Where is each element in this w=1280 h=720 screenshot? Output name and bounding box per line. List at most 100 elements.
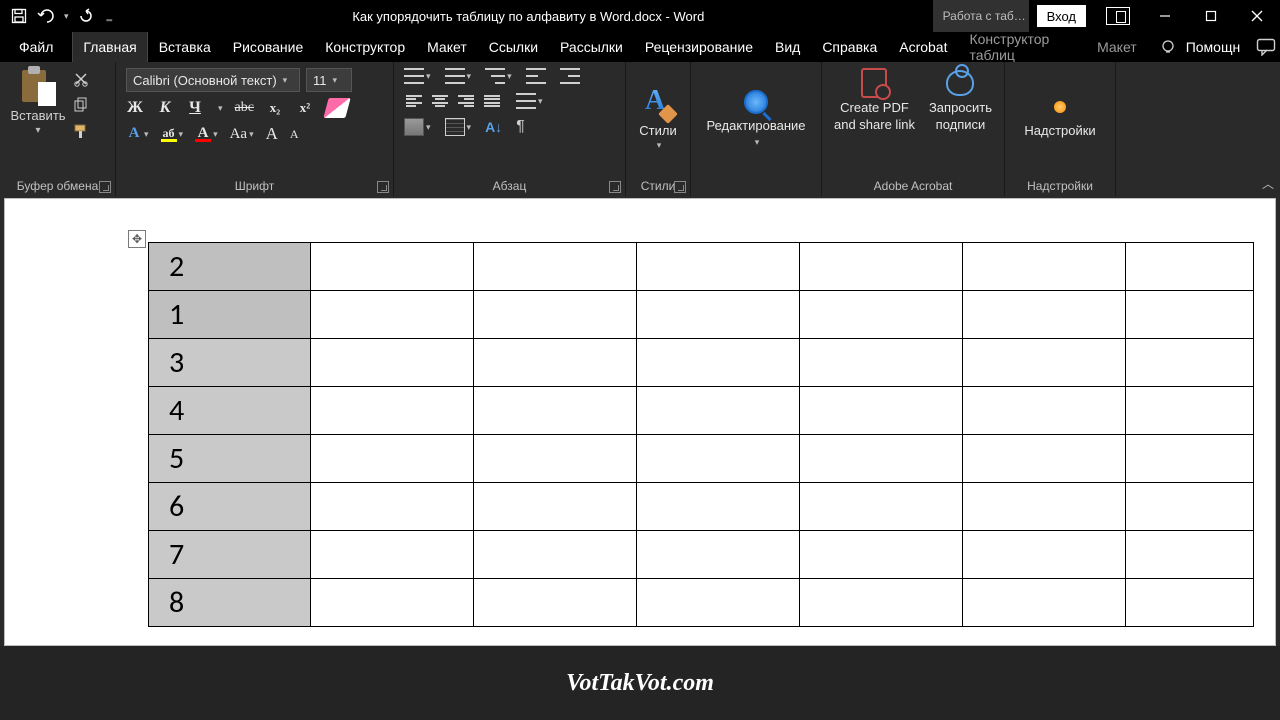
multilevel-button[interactable]: ▾ xyxy=(485,68,512,84)
italic-button[interactable]: К xyxy=(156,99,174,117)
minimize-button[interactable] xyxy=(1142,0,1188,32)
dialog-launcher-icon[interactable] xyxy=(99,181,111,193)
tab-table-layout[interactable]: Макет xyxy=(1086,32,1148,62)
table-cell[interactable] xyxy=(963,483,1126,531)
table-cell[interactable] xyxy=(637,531,800,579)
table-cell[interactable] xyxy=(963,579,1126,627)
bold-button[interactable]: Ж xyxy=(126,99,144,117)
table-cell-first[interactable]: 5 xyxy=(149,435,311,483)
highlight-button[interactable]: aб▾ xyxy=(161,127,184,142)
document-table[interactable]: 21345678 xyxy=(148,242,1254,627)
collapse-ribbon-icon[interactable]: ︿ xyxy=(1262,175,1274,192)
undo-icon[interactable] xyxy=(36,5,58,27)
underline-button[interactable]: Ч xyxy=(186,99,204,117)
table-cell-first[interactable]: 7 xyxy=(149,531,311,579)
grow-font-button[interactable]: A xyxy=(266,124,278,144)
close-button[interactable] xyxy=(1234,0,1280,32)
ribbon-display-options-icon[interactable] xyxy=(1106,7,1130,25)
qat-customize-icon[interactable]: ‗ xyxy=(103,11,117,22)
decrease-indent-button[interactable] xyxy=(526,68,546,84)
table-cell[interactable] xyxy=(311,435,474,483)
font-name-combo[interactable]: Calibri (Основной текст)▾ xyxy=(126,68,300,92)
table-cell[interactable] xyxy=(474,387,637,435)
tab-layout[interactable]: Макет xyxy=(416,32,478,62)
table-row[interactable]: 7 xyxy=(149,531,1254,579)
superscript-button[interactable]: x² xyxy=(296,100,314,116)
table-cell[interactable] xyxy=(963,243,1126,291)
align-left-button[interactable] xyxy=(404,92,424,110)
table-cell[interactable] xyxy=(1126,531,1254,579)
comments-icon[interactable] xyxy=(1252,32,1280,62)
save-icon[interactable] xyxy=(8,5,30,27)
chevron-down-icon[interactable]: ▾ xyxy=(35,125,40,136)
table-cell[interactable] xyxy=(800,435,963,483)
table-cell[interactable] xyxy=(474,243,637,291)
create-pdf-button[interactable]: Create PDF and share link xyxy=(834,68,915,132)
tab-design[interactable]: Конструктор xyxy=(314,32,416,62)
table-cell-first[interactable]: 3 xyxy=(149,339,311,387)
table-cell[interactable] xyxy=(474,435,637,483)
table-cell[interactable] xyxy=(963,435,1126,483)
table-cell[interactable] xyxy=(637,339,800,387)
table-cell[interactable] xyxy=(311,291,474,339)
table-cell[interactable] xyxy=(1126,483,1254,531)
sort-button[interactable]: А↓ xyxy=(485,119,502,135)
editing-button[interactable]: Редактирование ▾ xyxy=(691,62,821,176)
increase-indent-button[interactable] xyxy=(560,68,580,84)
table-cell[interactable] xyxy=(637,483,800,531)
table-cell[interactable] xyxy=(963,387,1126,435)
table-cell[interactable] xyxy=(800,339,963,387)
table-move-handle-icon[interactable]: ✥ xyxy=(128,230,146,248)
table-cell[interactable] xyxy=(1126,387,1254,435)
table-cell[interactable] xyxy=(474,531,637,579)
undo-dropdown-icon[interactable]: ▾ xyxy=(64,11,69,22)
tab-mailings[interactable]: Рассылки xyxy=(549,32,634,62)
tab-draw[interactable]: Рисование xyxy=(222,32,315,62)
table-cell[interactable] xyxy=(963,339,1126,387)
table-cell[interactable] xyxy=(311,531,474,579)
table-cell[interactable] xyxy=(311,483,474,531)
borders-button[interactable]: ▾ xyxy=(445,118,472,136)
tab-references[interactable]: Ссылки xyxy=(478,32,549,62)
table-cell[interactable] xyxy=(474,291,637,339)
table-row[interactable]: 1 xyxy=(149,291,1254,339)
redo-icon[interactable] xyxy=(75,5,97,27)
align-right-button[interactable] xyxy=(456,92,476,110)
table-cell[interactable] xyxy=(1126,339,1254,387)
strikethrough-button[interactable]: abc xyxy=(235,100,254,116)
clear-formatting-icon[interactable] xyxy=(323,98,350,118)
tab-review[interactable]: Рецензирование xyxy=(634,32,764,62)
table-cell[interactable] xyxy=(963,531,1126,579)
table-cell[interactable] xyxy=(1126,435,1254,483)
dialog-launcher-icon[interactable] xyxy=(674,181,686,193)
request-signatures-button[interactable]: Запросить подписи xyxy=(929,68,992,132)
tab-view[interactable]: Вид xyxy=(764,32,811,62)
table-cell[interactable] xyxy=(474,339,637,387)
table-cell-first[interactable]: 1 xyxy=(149,291,311,339)
dialog-launcher-icon[interactable] xyxy=(609,181,621,193)
table-cell[interactable] xyxy=(800,243,963,291)
format-painter-icon[interactable] xyxy=(72,122,90,140)
cut-icon[interactable] xyxy=(72,70,90,88)
table-cell-first[interactable]: 4 xyxy=(149,387,311,435)
subscript-button[interactable]: x₂ xyxy=(266,100,284,116)
shrink-font-button[interactable]: A xyxy=(290,127,299,142)
table-row[interactable]: 8 xyxy=(149,579,1254,627)
bullets-button[interactable]: ▾ xyxy=(404,68,431,84)
table-cell[interactable] xyxy=(637,387,800,435)
numbering-button[interactable]: ▾ xyxy=(445,68,472,84)
tab-file[interactable]: Файл xyxy=(0,32,72,62)
table-row[interactable]: 2 xyxy=(149,243,1254,291)
paste-button[interactable]: Вставить ▾ xyxy=(8,66,68,136)
table-cell[interactable] xyxy=(311,243,474,291)
table-cell[interactable] xyxy=(800,579,963,627)
table-cell[interactable] xyxy=(800,531,963,579)
table-row[interactable]: 6 xyxy=(149,483,1254,531)
table-cell-first[interactable]: 6 xyxy=(149,483,311,531)
table-cell-first[interactable]: 8 xyxy=(149,579,311,627)
tab-acrobat[interactable]: Acrobat xyxy=(888,32,958,62)
styles-button[interactable]: A Стили ▾ xyxy=(626,62,690,176)
table-cell[interactable] xyxy=(800,291,963,339)
change-case-button[interactable]: Aa▾ xyxy=(230,126,254,143)
dialog-launcher-icon[interactable] xyxy=(377,181,389,193)
